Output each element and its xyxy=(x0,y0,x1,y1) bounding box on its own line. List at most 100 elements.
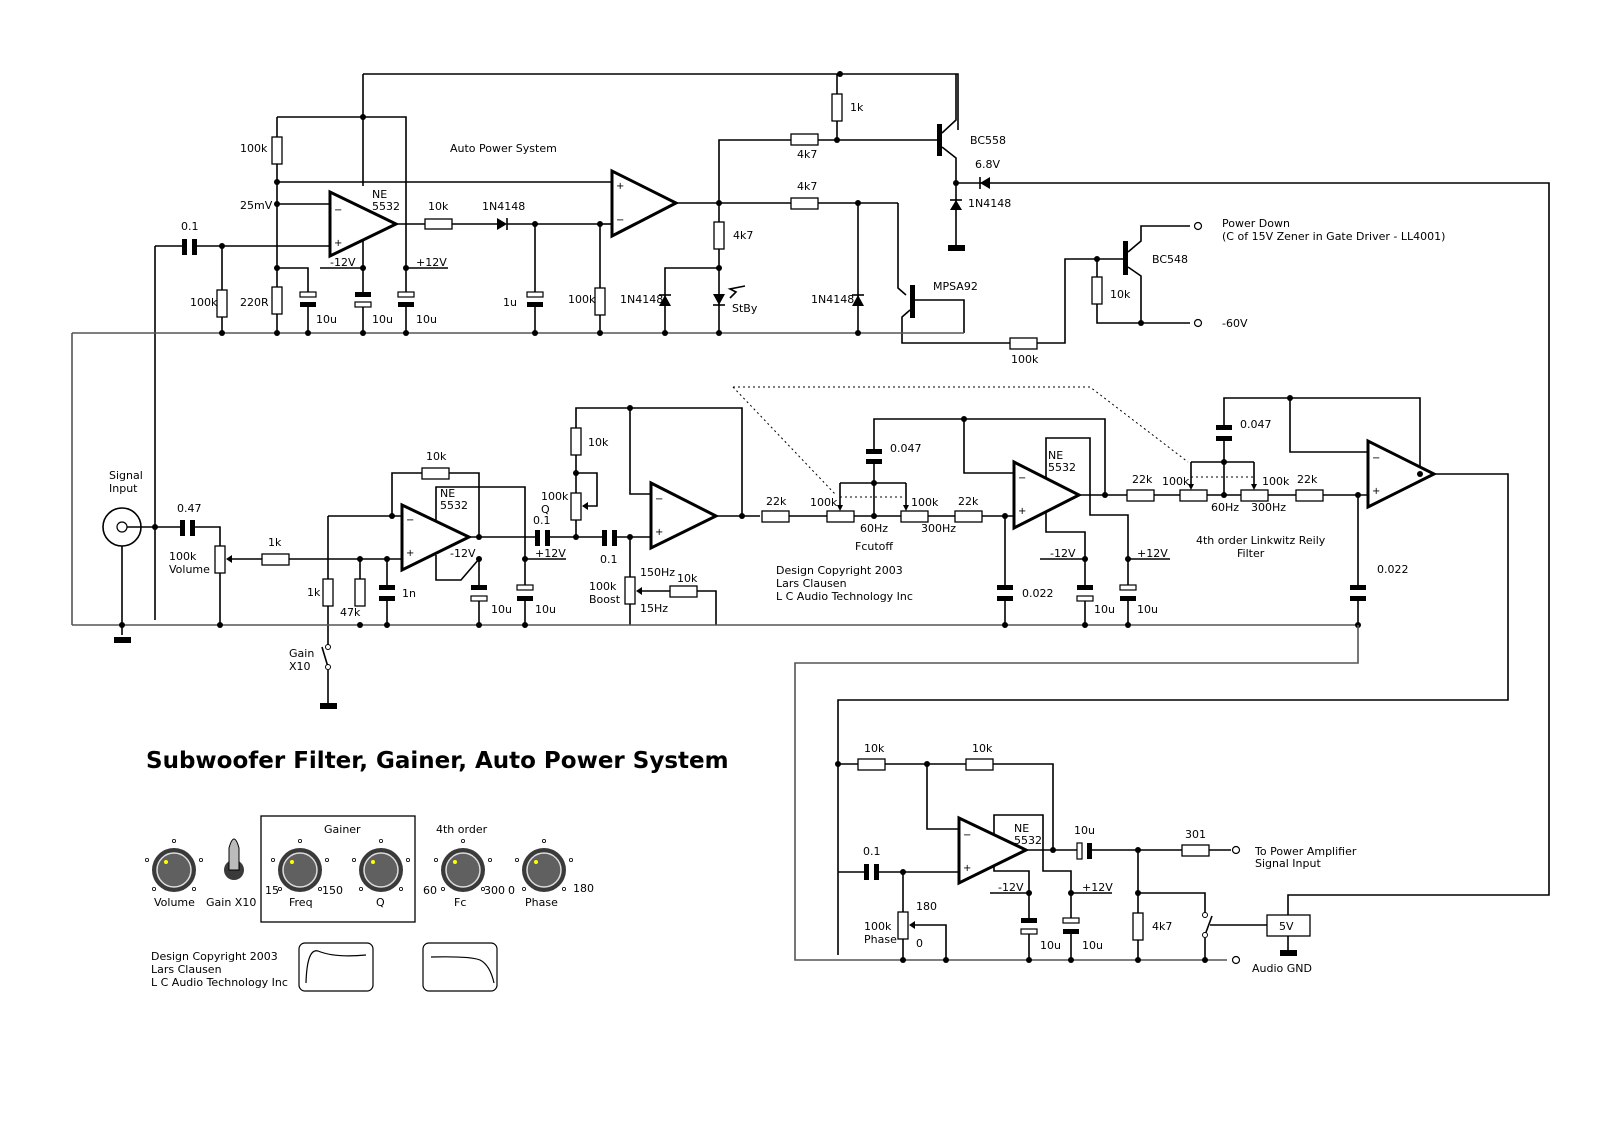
label-100k-pot-b: 100k xyxy=(911,496,939,509)
label-diode4: 1N4148 xyxy=(811,293,854,306)
supply-neg: -12V xyxy=(450,547,476,560)
label-01-b: 0.1 xyxy=(600,553,618,566)
pot-fcutoff-b[interactable] xyxy=(900,510,929,523)
label-100k: 100k xyxy=(240,142,268,155)
label-1k: 1k xyxy=(850,101,864,114)
knob-indicator xyxy=(290,860,294,864)
label-fcutoff: Fcutoff xyxy=(855,540,893,553)
knob-tick xyxy=(487,858,492,863)
knob-indicator xyxy=(164,860,168,864)
svg-text:−: − xyxy=(655,494,663,505)
label-phase-min: 0 xyxy=(508,884,515,897)
label-22k-d: 22k xyxy=(1297,473,1318,486)
label-fc-max: 300 xyxy=(484,884,505,897)
label-fc-min: 60 xyxy=(423,884,437,897)
label-10k-boost: 10k xyxy=(677,572,698,585)
diagram-title: Subwoofer Filter, Gainer, Auto Power Sys… xyxy=(146,748,729,774)
label-phase-knob: Phase xyxy=(525,896,558,909)
knob-tick xyxy=(515,858,520,863)
gainer-section: Signal Input 0.47 100k Volume 1k 47k 1n … xyxy=(102,405,760,709)
label-4k7-a: 4k7 xyxy=(797,148,817,161)
label-pot-vol: 100k xyxy=(169,550,197,563)
label-r-in: 100k xyxy=(190,296,218,309)
label-freq-knob: Freq xyxy=(289,896,313,909)
label-15hz: 15Hz xyxy=(640,602,668,615)
label-10u-b: 10u xyxy=(535,603,556,616)
label-22k-c: 22k xyxy=(1132,473,1153,486)
knob-tick xyxy=(191,887,196,892)
label-22k-a: 22k xyxy=(766,495,787,508)
label-5v: 5V xyxy=(1279,920,1294,933)
label-301: 301 xyxy=(1185,828,1206,841)
label-47k: 47k xyxy=(340,606,361,619)
supply-pos: +12V xyxy=(1137,547,1168,560)
pot-fcutoff-c[interactable] xyxy=(1179,489,1208,502)
label-volume: Volume xyxy=(169,563,210,576)
label-c1: 10u xyxy=(316,313,337,326)
pot-q[interactable] xyxy=(570,492,582,521)
label-gain-toggle: Gain X10 xyxy=(206,896,256,909)
opamp-filter-2 xyxy=(1366,438,1438,510)
knob-tick xyxy=(171,839,176,844)
label-c2: 10u xyxy=(372,313,393,326)
label-freq-min: 15 xyxy=(265,884,279,897)
svg-text:−: − xyxy=(616,215,624,226)
terminal-neg60v[interactable] xyxy=(1193,318,1203,328)
pot-boost[interactable] xyxy=(624,576,636,605)
label-fc-knob: Fc xyxy=(454,896,466,909)
label-0: 0 xyxy=(916,937,923,950)
knob-tick xyxy=(358,887,363,892)
knob-tick xyxy=(151,887,156,892)
resistor-100k xyxy=(271,136,283,165)
label-180: 180 xyxy=(916,900,937,913)
label-audio-gnd: Audio GND xyxy=(1252,962,1312,975)
label-25mv: 25mV xyxy=(240,199,273,212)
label-4k7-b: 4k7 xyxy=(797,180,817,193)
knob-tick xyxy=(569,858,574,863)
label-22k-b: 22k xyxy=(958,495,979,508)
opamp-label: 5532 xyxy=(1048,461,1076,474)
supply-pos: +12V xyxy=(1082,881,1113,894)
switch-gain-x10[interactable] xyxy=(321,646,329,668)
knob-tick xyxy=(198,858,203,863)
label-10k-pa: 10k xyxy=(864,742,885,755)
knob-phase[interactable] xyxy=(515,839,574,892)
pot-fcutoff-a[interactable] xyxy=(826,510,855,523)
pot-phase[interactable] xyxy=(897,911,909,940)
label-input: Input xyxy=(109,482,138,495)
knob-volume[interactable] xyxy=(144,839,203,892)
label-10k: 10k xyxy=(1110,288,1131,301)
label-4k7-p: 4k7 xyxy=(1152,920,1172,933)
response-curve-filter xyxy=(422,942,498,992)
label-10u-fa: 10u xyxy=(1094,603,1115,616)
filter-title: 4th order Linkwitz Reily xyxy=(1196,534,1326,547)
terminal-to-amp[interactable] xyxy=(1231,845,1241,855)
label-0022-b: 0.022 xyxy=(1377,563,1409,576)
terminal-power-down[interactable] xyxy=(1193,221,1203,231)
label-power-down: Power Down xyxy=(1222,217,1290,230)
label-boost: Boost xyxy=(589,593,621,606)
filter-title-2: Filter xyxy=(1237,547,1265,560)
label-phase-max: 180 xyxy=(573,882,594,895)
label-gainer-box: Gainer xyxy=(324,823,361,836)
label-q: Q xyxy=(541,503,550,516)
label-1n: 1n xyxy=(402,587,416,600)
supply-pos: +12V xyxy=(416,256,447,269)
toggle-gain-x10[interactable] xyxy=(224,838,244,880)
front-panel: Gainer 4th order Volume Gain X10 Freq 15… xyxy=(144,815,594,992)
label-mpsa92: MPSA92 xyxy=(933,280,978,293)
label-100k-pot-d: 100k xyxy=(1262,475,1290,488)
label-10u-fb: 10u xyxy=(1137,603,1158,616)
terminal-audio-gnd[interactable] xyxy=(1231,955,1241,965)
label-10k-q: 10k xyxy=(588,436,609,449)
label-led: StBy xyxy=(732,302,758,315)
response-curve-gainer xyxy=(298,942,374,992)
knob-tick xyxy=(460,839,465,844)
label-power-down-note: (C of 15V Zener in Gate Driver - LL4001) xyxy=(1222,230,1445,243)
pot-fcutoff-d[interactable] xyxy=(1240,489,1269,502)
label-60hz-b: 60Hz xyxy=(1211,501,1239,514)
label-signal: Signal xyxy=(109,469,143,482)
label-diode1: 1N4148 xyxy=(482,200,525,213)
label-100k-pot-a: 100k xyxy=(810,496,838,509)
pot-volume[interactable] xyxy=(214,545,226,574)
